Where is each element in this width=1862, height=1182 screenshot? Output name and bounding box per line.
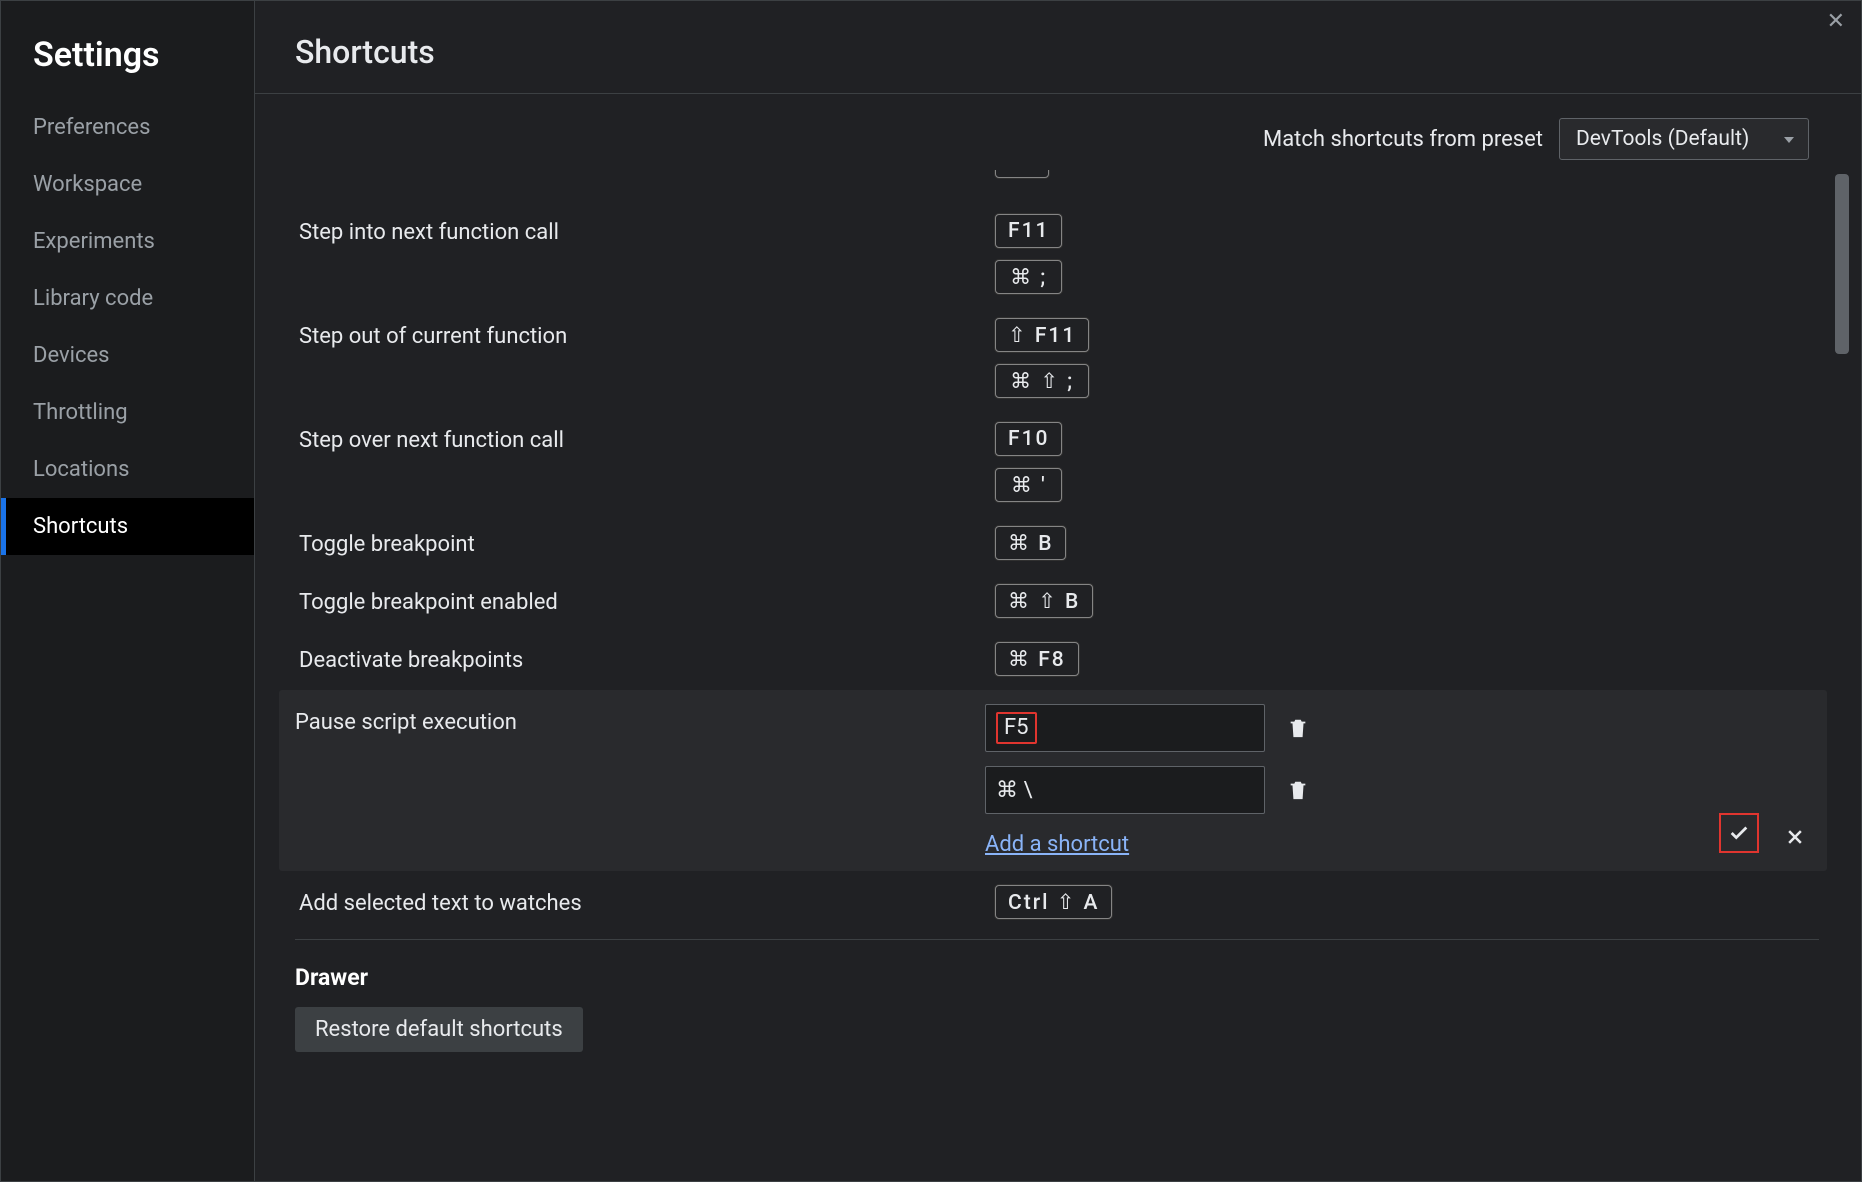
shortcut-keys: Ctrl ⇧ A bbox=[995, 885, 1112, 919]
shortcut-keys: ⌘ F8 bbox=[995, 642, 1079, 676]
shortcut-input[interactable]: ⌘ \ bbox=[985, 766, 1265, 814]
shortcut-keys: ⌘ B bbox=[995, 526, 1066, 560]
key-chip: Ctrl ⇧ A bbox=[995, 885, 1112, 919]
page-title: Shortcuts bbox=[295, 33, 1821, 71]
scrollbar-thumb[interactable] bbox=[1835, 174, 1849, 354]
settings-sidebar: Settings Preferences Workspace Experimen… bbox=[1, 1, 255, 1181]
key-chip: ⌘ ' bbox=[995, 468, 1062, 502]
shortcut-keys: F11 ⌘ ; bbox=[995, 214, 1062, 294]
sidebar-item-shortcuts[interactable]: Shortcuts bbox=[1, 498, 254, 555]
shortcut-label: Step into next function call bbox=[295, 214, 995, 245]
shortcut-row-editing: Pause script execution F5 ⌘ \ bbox=[279, 690, 1827, 871]
preset-row: Match shortcuts from preset DevTools (De… bbox=[255, 94, 1861, 170]
key-chip: ⇧ F11 bbox=[995, 318, 1089, 352]
sidebar-item-locations[interactable]: Locations bbox=[1, 441, 254, 498]
shortcut-edit-row-1: ⌘ \ bbox=[985, 766, 1309, 814]
shortcut-edit-row-0: F5 bbox=[985, 704, 1309, 752]
shortcut-label: Toggle breakpoint bbox=[295, 526, 995, 557]
delete-shortcut-icon[interactable] bbox=[1287, 715, 1309, 741]
key-chip: F11 bbox=[995, 214, 1062, 248]
preset-label: Match shortcuts from preset bbox=[1263, 127, 1543, 152]
key-chip: F9 bbox=[995, 170, 1049, 178]
restore-defaults-button[interactable]: Restore default shortcuts bbox=[295, 1007, 583, 1052]
shortcut-row[interactable]: Toggle breakpoint ⌘ B bbox=[295, 514, 1819, 572]
key-chip: F10 bbox=[995, 422, 1062, 456]
shortcut-keys: ⇧ F11 ⌘ ⇧ ; bbox=[995, 318, 1089, 398]
settings-root: Settings Preferences Workspace Experimen… bbox=[0, 0, 1862, 1182]
key-chip: ⌘ ⇧ ; bbox=[995, 364, 1089, 398]
shortcut-row[interactable]: Toggle breakpoint enabled ⌘ ⇧ B bbox=[295, 572, 1819, 630]
delete-shortcut-icon[interactable] bbox=[1287, 777, 1309, 803]
shortcut-keys: ⌘ ⇧ B bbox=[995, 584, 1093, 618]
add-shortcut-link[interactable]: Add a shortcut bbox=[985, 828, 1309, 857]
sidebar-item-experiments[interactable]: Experiments bbox=[1, 213, 254, 270]
shortcut-row[interactable]: Step out of current function ⇧ F11 ⌘ ⇧ ; bbox=[295, 306, 1819, 410]
shortcut-label: Toggle breakpoint enabled bbox=[295, 584, 995, 615]
shortcut-row[interactable]: Deactivate breakpoints ⌘ F8 bbox=[295, 630, 1819, 688]
shortcut-input-chip: F5 bbox=[996, 712, 1037, 744]
shortcut-keys: F10 ⌘ ' bbox=[995, 422, 1062, 502]
close-icon[interactable]: ✕ bbox=[1827, 11, 1845, 33]
shortcut-label: Pause script execution bbox=[295, 704, 985, 735]
section-header-drawer: Drawer bbox=[295, 939, 1819, 999]
shortcut-input-value: ⌘ \ bbox=[996, 778, 1033, 803]
sidebar-item-throttling[interactable]: Throttling bbox=[1, 384, 254, 441]
shortcut-label: Step over next function call bbox=[295, 422, 995, 453]
shortcut-label: Deactivate breakpoints bbox=[295, 642, 995, 673]
sidebar-item-workspace[interactable]: Workspace bbox=[1, 156, 254, 213]
shortcut-row[interactable]: Step into next function call F11 ⌘ ; bbox=[295, 202, 1819, 306]
shortcut-input[interactable]: F5 bbox=[985, 704, 1265, 752]
key-chip: ⌘ F8 bbox=[995, 642, 1079, 676]
shortcut-row[interactable]: Step over next function call F10 ⌘ ' bbox=[295, 410, 1819, 514]
key-chip: ⌘ ⇧ B bbox=[995, 584, 1093, 618]
cancel-shortcut-button[interactable] bbox=[1779, 821, 1811, 853]
sidebar-item-preferences[interactable]: Preferences bbox=[1, 99, 254, 156]
sidebar-item-library-code[interactable]: Library code bbox=[1, 270, 254, 327]
main-header: Shortcuts bbox=[255, 1, 1861, 94]
shortcut-row[interactable]: Add selected text to watches Ctrl ⇧ A bbox=[295, 873, 1819, 931]
key-chip: ⌘ ; bbox=[995, 260, 1062, 294]
sidebar-title: Settings bbox=[1, 25, 254, 99]
shortcut-label: Step out of current function bbox=[295, 318, 995, 349]
edit-actions bbox=[1719, 813, 1819, 857]
shortcut-edit-col: F5 ⌘ \ Add a shortcut bbox=[985, 704, 1309, 857]
confirm-shortcut-button[interactable] bbox=[1719, 813, 1759, 853]
main-panel: ✕ Shortcuts Match shortcuts from preset … bbox=[255, 1, 1861, 1181]
shortcut-label: Add selected text to watches bbox=[295, 885, 995, 916]
shortcut-keys: F9 bbox=[995, 170, 1049, 192]
shortcut-row-step-cutoff: Step F9 bbox=[295, 170, 1819, 202]
shortcuts-scroll[interactable]: Step F9 Step into next function call F11… bbox=[255, 170, 1849, 1169]
preset-select[interactable]: DevTools (Default) bbox=[1559, 118, 1809, 160]
key-chip: ⌘ B bbox=[995, 526, 1066, 560]
sidebar-item-devices[interactable]: Devices bbox=[1, 327, 254, 384]
preset-select-value: DevTools (Default) bbox=[1576, 127, 1749, 151]
